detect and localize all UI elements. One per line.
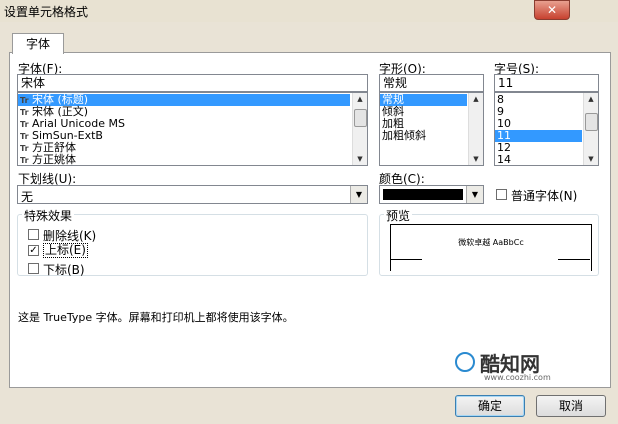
scroll-up-icon[interactable]: ▲ xyxy=(584,93,598,105)
tab-font[interactable]: 字体 xyxy=(12,33,64,54)
scroll-up-icon[interactable]: ▲ xyxy=(353,93,367,105)
size-list-scrollbar[interactable]: ▲ ▼ xyxy=(583,93,598,165)
normal-font-checkbox[interactable] xyxy=(496,189,507,200)
underline-value: 无 xyxy=(21,190,34,204)
window-title: 设置单元格格式 xyxy=(4,5,89,19)
font-list[interactable]: Tr 宋体 (标题) Tr 宋体 (正文) Tr Arial Unicode MS T… xyxy=(17,92,368,166)
preview-title: 预览 xyxy=(384,207,413,224)
cancel-button[interactable]: 取消 xyxy=(536,395,606,417)
font-list-scrollbar[interactable]: ▲ ▼ xyxy=(352,93,367,165)
color-select[interactable]: ▼ xyxy=(379,185,484,204)
normal-font-label: 普通字体(N) xyxy=(511,189,578,203)
strikethrough-label: 删除线(K) xyxy=(43,229,97,243)
style-input[interactable]: 常规 xyxy=(379,74,484,92)
watermark-url: www.coozhi.com xyxy=(484,373,551,382)
preview-baseline-left xyxy=(390,259,422,260)
preview-sample: 微软卓越 AaBbCc xyxy=(458,238,524,247)
scroll-down-icon[interactable]: ▼ xyxy=(584,153,598,165)
close-button[interactable]: ✕ xyxy=(534,0,570,20)
truetype-icon: Tr xyxy=(20,156,29,165)
ok-button[interactable]: 确定 xyxy=(455,395,525,417)
subscript-label: 下标(B) xyxy=(43,263,85,277)
superscript-checkbox[interactable]: ✓ xyxy=(28,245,39,256)
scroll-down-icon[interactable]: ▼ xyxy=(353,153,367,165)
subscript-checkbox[interactable] xyxy=(28,263,39,274)
scroll-down-icon[interactable]: ▼ xyxy=(469,153,483,165)
checkmark-icon: ✓ xyxy=(29,245,38,256)
font-description: 这是 TrueType 字体。屏幕和打印机上都将使用该字体。 xyxy=(18,311,294,324)
scroll-up-icon[interactable]: ▲ xyxy=(469,93,483,105)
strikethrough-checkbox[interactable] xyxy=(28,229,39,240)
style-list[interactable]: 常规 倾斜 加粗 加粗倾斜 ▲ ▼ xyxy=(379,92,484,166)
size-list[interactable]: 8 9 10 11 12 14 ▲ ▼ xyxy=(494,92,599,166)
title-bar xyxy=(0,0,618,22)
scroll-thumb[interactable] xyxy=(354,109,367,127)
underline-select[interactable]: 无 ▼ xyxy=(17,185,368,204)
preview-box: 微软卓越 AaBbCc xyxy=(390,224,592,271)
chevron-down-icon[interactable]: ▼ xyxy=(466,186,483,203)
style-list-scrollbar[interactable]: ▲ ▼ xyxy=(468,93,483,165)
preview-baseline-right xyxy=(558,259,590,260)
scroll-thumb[interactable] xyxy=(585,113,598,131)
font-list-item[interactable]: Tr 方正姚体 xyxy=(18,154,367,166)
font-input[interactable]: 宋体 xyxy=(17,74,368,92)
watermark-logo-icon xyxy=(455,352,475,372)
chevron-down-icon[interactable]: ▼ xyxy=(350,186,367,203)
effects-title: 特殊效果 xyxy=(22,207,75,224)
superscript-label: 上标(E) xyxy=(43,243,88,258)
color-swatch xyxy=(383,189,463,200)
size-input[interactable]: 11 xyxy=(494,74,599,92)
